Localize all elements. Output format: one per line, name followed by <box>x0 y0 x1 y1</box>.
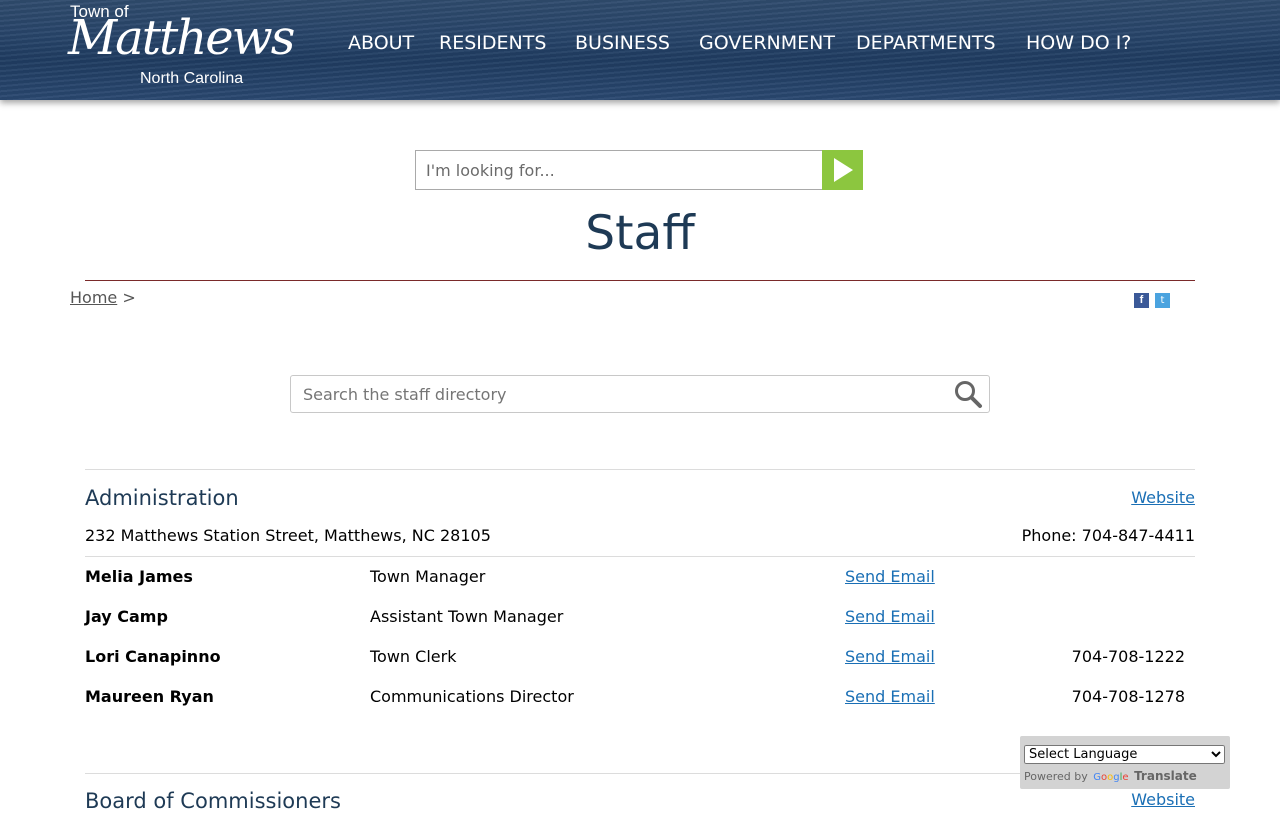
staff-name: Maureen Ryan <box>85 687 214 706</box>
town-logo[interactable]: Town of Matthews North Carolina <box>68 2 295 94</box>
staff-name: Melia James <box>85 567 193 586</box>
nav-business[interactable]: BUSINESS <box>575 32 670 54</box>
breadcrumb-separator: > <box>122 288 136 307</box>
send-email-link[interactable]: Send Email <box>845 567 935 586</box>
nav-government[interactable]: GOVERNMENT <box>699 32 835 54</box>
twitter-icon[interactable]: t <box>1155 293 1170 308</box>
logo-bottom-text: North Carolina <box>140 70 244 87</box>
department-address: 232 Matthews Station Street, Matthews, N… <box>85 526 491 545</box>
department-name: Administration <box>85 486 239 510</box>
department-name: Board of Commissioners <box>85 789 341 813</box>
staff-row: Jay Camp Assistant Town Manager Send Ema… <box>85 607 1195 631</box>
site-header: Town of Matthews North Carolina ABOUT RE… <box>0 0 1280 100</box>
staff-row: Melia James Town Manager Send Email <box>85 567 1195 591</box>
facebook-icon[interactable]: f <box>1134 293 1149 308</box>
nav-about[interactable]: ABOUT <box>348 32 414 54</box>
powered-by-text: Powered by <box>1024 770 1088 783</box>
breadcrumb-home-link[interactable]: Home <box>70 288 117 307</box>
search-icon[interactable] <box>953 379 983 409</box>
send-email-link[interactable]: Send Email <box>845 647 935 666</box>
site-search-go-button[interactable] <box>822 150 863 190</box>
play-arrow-icon <box>833 158 853 182</box>
staff-row: Maureen Ryan Communications Director Sen… <box>85 687 1195 711</box>
language-select[interactable]: Select Language <box>1024 745 1225 764</box>
site-search-input[interactable] <box>416 151 824 189</box>
staff-title: Town Manager <box>370 567 486 586</box>
send-email-link[interactable]: Send Email <box>845 607 935 626</box>
translate-link[interactable]: Translate <box>1134 769 1197 783</box>
staff-directory-search <box>290 375 990 413</box>
section-divider <box>85 469 1195 470</box>
staff-name: Lori Canapinno <box>85 647 221 666</box>
nav-how-do-i[interactable]: HOW DO I? <box>1026 32 1131 54</box>
staff-phone: 704-708-1278 <box>1071 687 1185 706</box>
department-phone: Phone: 704-847-4411 <box>1021 526 1195 545</box>
google-translate-widget: Select Language Powered by Google Transl… <box>1020 736 1230 789</box>
send-email-link[interactable]: Send Email <box>845 687 935 706</box>
powered-by-google: Powered by Google Translate <box>1024 769 1197 783</box>
department-header-divider <box>85 556 1195 557</box>
staff-phone: 704-708-1222 <box>1071 647 1185 666</box>
staff-search-input[interactable] <box>291 376 941 412</box>
staff-row: Lori Canapinno Town Clerk Send Email 704… <box>85 647 1195 671</box>
nav-departments[interactable]: DEPARTMENTS <box>856 32 996 54</box>
staff-name: Jay Camp <box>85 607 168 626</box>
google-logo: Google <box>1093 772 1129 783</box>
title-divider <box>85 280 1195 281</box>
staff-title: Town Clerk <box>370 647 457 666</box>
breadcrumb: Home > <box>70 288 136 307</box>
page-title: Staff <box>585 206 695 261</box>
logo-main-text: Matthews <box>68 10 295 66</box>
nav-residents[interactable]: RESIDENTS <box>439 32 546 54</box>
department-website-link[interactable]: Website <box>1131 488 1195 507</box>
staff-title: Assistant Town Manager <box>370 607 564 626</box>
staff-title: Communications Director <box>370 687 574 706</box>
site-search <box>415 150 863 190</box>
